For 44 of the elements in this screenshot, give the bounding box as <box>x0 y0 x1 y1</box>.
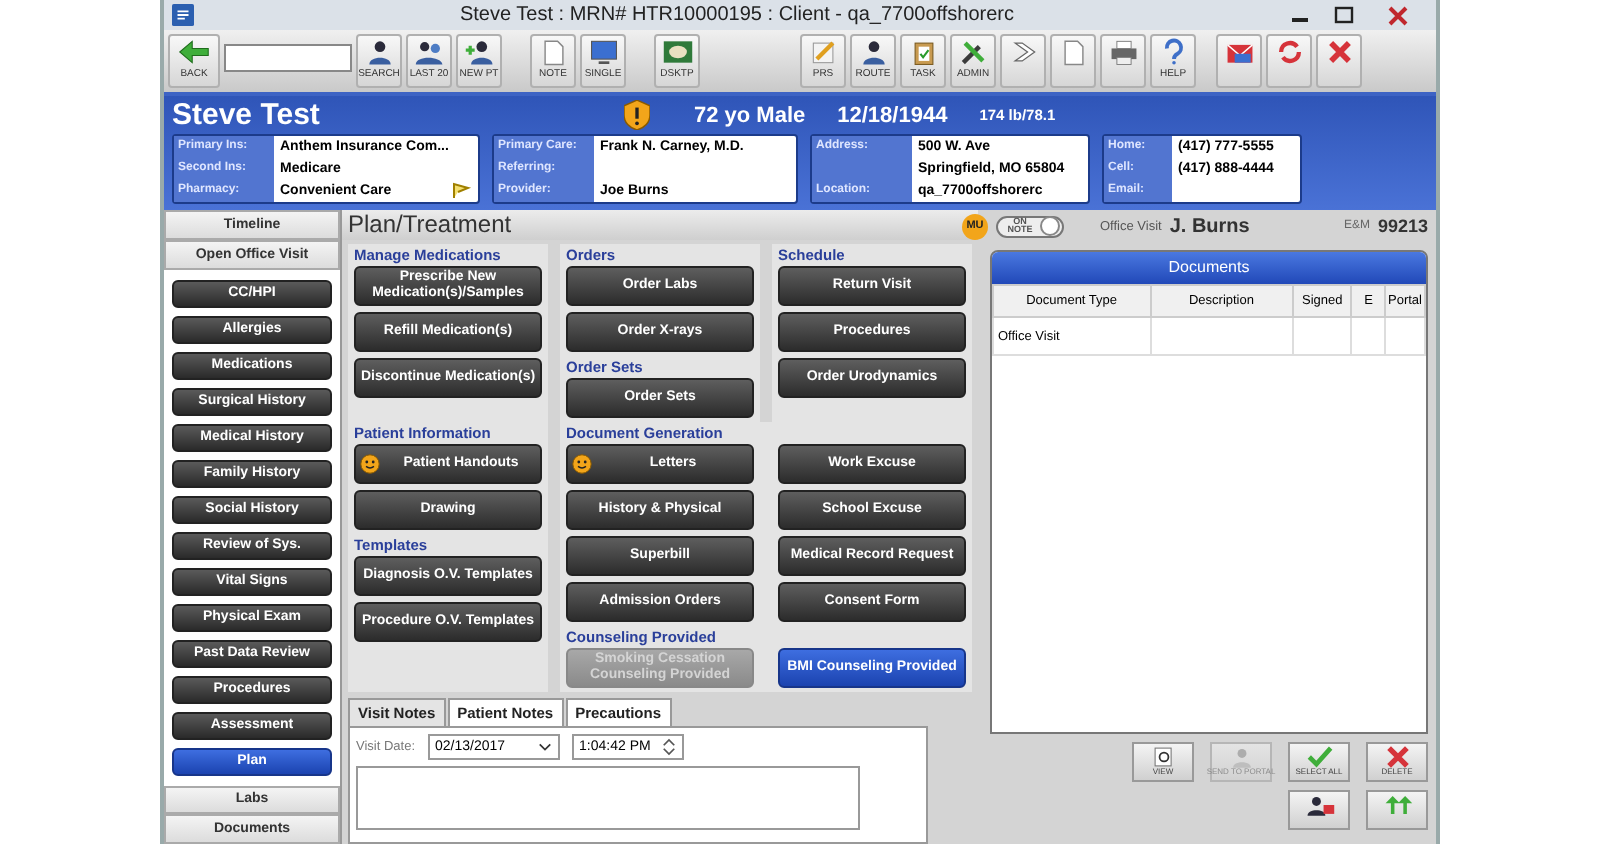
delete-icon <box>1385 746 1409 768</box>
smiley-icon <box>360 454 380 474</box>
people-icon <box>414 42 442 65</box>
picture-icon <box>662 41 692 63</box>
person-icon <box>1232 749 1250 768</box>
pencil-icon <box>811 41 834 64</box>
close-icon <box>1327 40 1351 64</box>
app-icon <box>172 4 194 26</box>
panel-header: Documents <box>992 252 1426 284</box>
patient-dob: 12/18/1944 <box>837 103 948 127</box>
chevron-down-icon <box>537 742 552 752</box>
chevron-icon <box>1012 42 1035 62</box>
printer-icon <box>1110 40 1136 65</box>
toolbar-button[interactable] <box>1316 34 1362 88</box>
refresh-icon <box>1277 41 1301 63</box>
toolbar-button[interactable] <box>1000 34 1046 88</box>
patient-name: Steve Test <box>172 98 322 132</box>
checkmark-icon <box>1306 746 1332 768</box>
person-add-icon <box>463 41 492 65</box>
toolbar-button[interactable] <box>1100 34 1146 88</box>
smiley-icon <box>572 454 592 474</box>
provider-name: J. Burns <box>1169 215 1250 237</box>
spinner-icon <box>662 738 677 756</box>
monitor-icon <box>590 40 616 64</box>
toolbar-button[interactable] <box>1050 34 1096 88</box>
shield-icon <box>624 100 650 130</box>
toolbar-button[interactable] <box>1216 34 1262 88</box>
left-arrow-icon <box>178 38 210 66</box>
person-icon <box>368 41 390 65</box>
toolbar-button[interactable] <box>1266 34 1312 88</box>
document-action-button[interactable] <box>1288 790 1350 830</box>
person-icon <box>862 41 884 65</box>
help-icon <box>1163 38 1182 65</box>
clipboard-icon <box>913 42 933 65</box>
page-icon <box>1063 40 1083 66</box>
notes-textarea[interactable] <box>356 766 860 830</box>
search-field[interactable] <box>224 43 352 71</box>
patient-age-sex: 72 yo Male <box>694 103 806 127</box>
window-title: Steve Test : MRN# HTR10000195 : Client - qa_7700offshorerc <box>457 4 1016 26</box>
em-code: 99213 <box>1377 216 1428 236</box>
envelope-icon <box>1225 44 1253 63</box>
page-icon <box>543 40 563 66</box>
person-icon <box>1306 797 1334 816</box>
arrows-icon <box>1384 796 1412 814</box>
